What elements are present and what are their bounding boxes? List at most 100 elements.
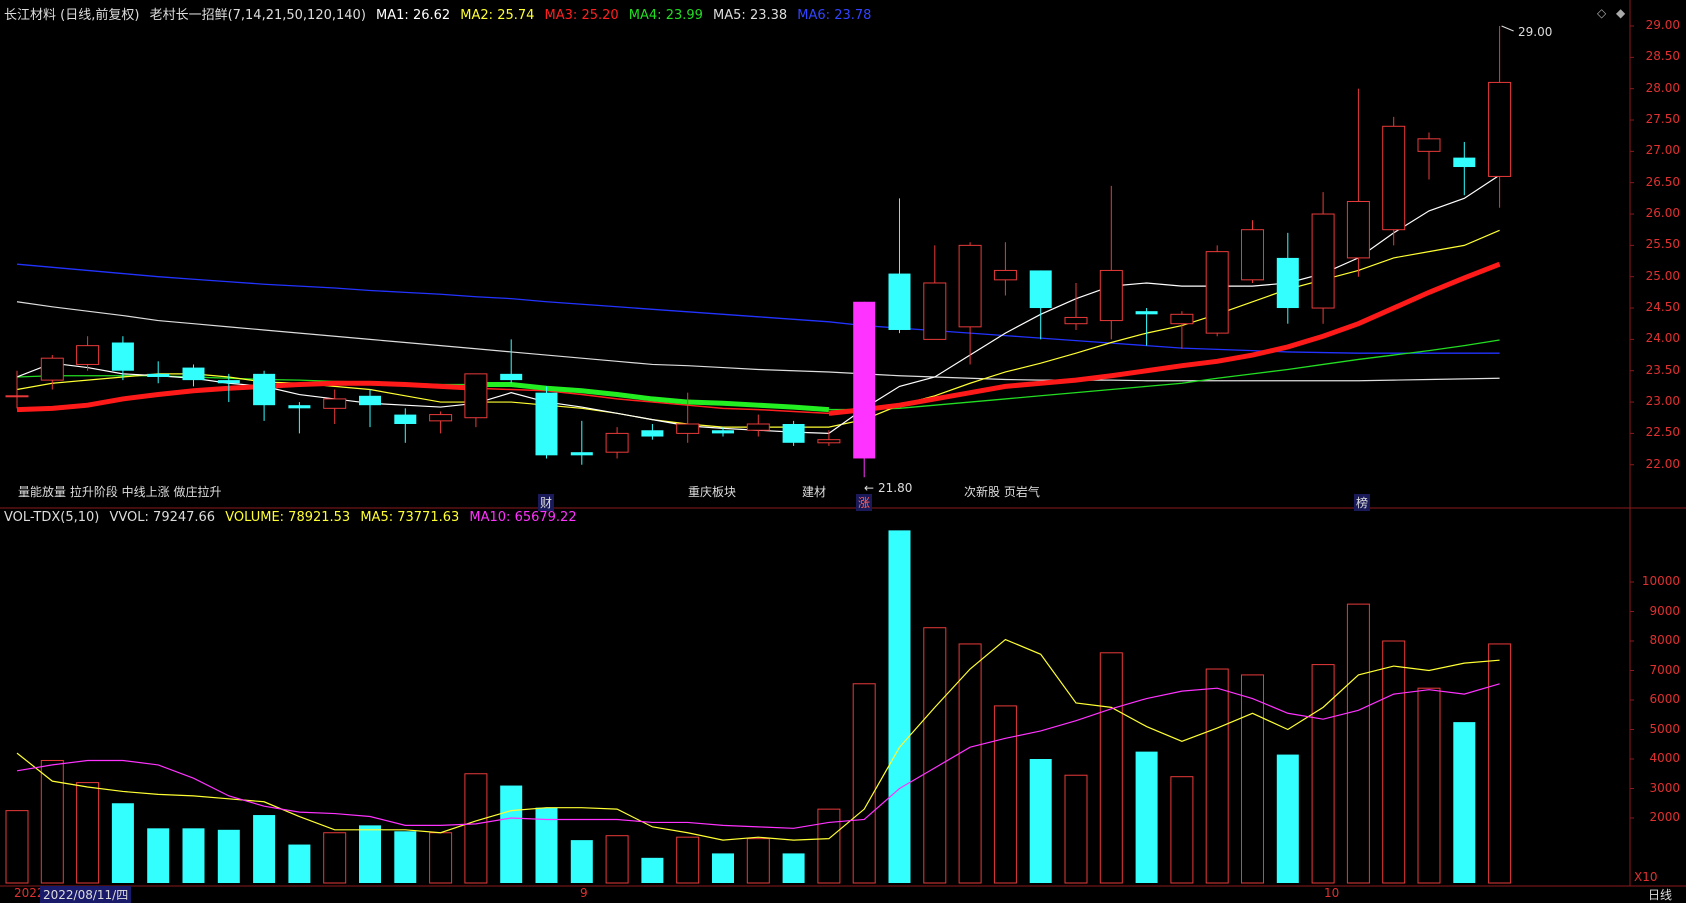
ma-line-ma5: [16, 301, 1500, 382]
candle-body: [253, 373, 276, 406]
candle-body: [817, 439, 841, 444]
candle-body: [1029, 270, 1052, 309]
candle-body: [746, 423, 770, 431]
volume-tick-label: 4000: [1649, 751, 1680, 765]
candle-body: [359, 395, 381, 406]
price-tick-label: 25.50: [1645, 237, 1680, 252]
list-marker[interactable]: 榜: [1354, 494, 1371, 511]
finance-marker[interactable]: 财: [538, 494, 555, 511]
candle-body: [1417, 138, 1441, 152]
price-tick-label: 23.00: [1645, 394, 1680, 409]
candle-body: [1453, 157, 1476, 168]
candle-body: [993, 269, 1017, 281]
volume-bar: [217, 829, 240, 883]
price-tick-label: 23.50: [1645, 362, 1680, 377]
volume-bar: [641, 857, 664, 883]
volume-bar: [817, 808, 841, 884]
volume-bar: [429, 832, 453, 884]
price-tick-label: 22.50: [1645, 425, 1680, 440]
price-tick-label: 26.00: [1645, 206, 1680, 221]
candle-body: [712, 430, 734, 434]
volume-bar: [147, 828, 170, 883]
volume-header: VOL-TDX(5,10) VVOL: 79247.66 VOLUME: 789…: [4, 510, 583, 525]
candle-body: [641, 430, 664, 437]
volume-value: VOLUME: 78921.53: [225, 510, 351, 525]
candle-body: [1099, 269, 1123, 322]
candle-body: [1346, 200, 1370, 259]
candle-body: [500, 373, 523, 381]
indicator-name[interactable]: 老村长一招鲜(7,14,21,50,120,140): [150, 8, 366, 23]
ma1-value: MA1: 26.62: [376, 8, 451, 23]
low-price-label: 21.80: [878, 481, 913, 495]
candle-body: [570, 452, 593, 456]
limit-up-marker[interactable]: 涨: [856, 494, 873, 511]
volume-tick-label: 5000: [1649, 721, 1680, 736]
volume-bar: [500, 785, 523, 883]
candle-body: [888, 273, 911, 330]
volume-bar: [1241, 674, 1264, 884]
candle-body: [1241, 229, 1264, 281]
vvol-value: VVOL: 79247.66: [109, 510, 216, 525]
unit-label: X10: [1634, 870, 1658, 884]
candle-body: [676, 423, 700, 434]
stock-title[interactable]: 长江材料 (日线,前复权): [4, 8, 139, 23]
volume-tick-label: 8000: [1649, 633, 1680, 647]
date-axis[interactable]: 2022 2022/08/11/四 9 10: [0, 886, 1686, 903]
volume-bar: [1135, 751, 1158, 883]
volume-bar: [1488, 643, 1512, 884]
ma5-value: MA5: 23.38: [713, 8, 788, 23]
month-9-label: 9: [580, 886, 588, 900]
selected-date: 2022/08/11/四: [40, 886, 132, 903]
volume-bar: [676, 836, 700, 884]
diamond-icon[interactable]: ◇: [1597, 6, 1606, 20]
volume-bar: [782, 853, 805, 883]
volume-tick-label: 9000: [1649, 603, 1680, 618]
cixingu-annotation: 次新股 页岩气: [964, 485, 1040, 499]
volume-bar: [570, 840, 593, 883]
candle-body: [1382, 125, 1406, 231]
candle-body: [5, 395, 29, 398]
high-price-pointer: [1501, 25, 1514, 32]
volume-bar: [1453, 722, 1476, 883]
volume-bar: [1205, 668, 1229, 884]
candle-body: [958, 244, 982, 328]
price-tick-label: 22.00: [1645, 456, 1680, 471]
candle-body: [1170, 313, 1194, 325]
candle-body: [535, 392, 558, 456]
jiancai-annotation: 建材: [802, 485, 827, 499]
candle-body: [147, 373, 170, 377]
volume-bar: [1346, 603, 1370, 884]
candle-body: [288, 405, 311, 409]
stock-chart[interactable]: [0, 0, 1686, 901]
volume-bar: [182, 828, 205, 883]
volume-bar: [605, 835, 629, 884]
ma4-value: MA4: 23.99: [628, 8, 703, 23]
strategy-annotation: 量能放量 拉升阶段 中线上涨 做庄拉升: [18, 485, 222, 499]
month-10-label: 10: [1324, 886, 1340, 900]
volume-bar: [1417, 687, 1441, 884]
candle-body: [1064, 316, 1088, 325]
candle-body: [464, 373, 488, 419]
volume-bar: [958, 643, 982, 884]
vol-indicator-name[interactable]: VOL-TDX(5,10): [4, 510, 99, 525]
chongqing-annotation: 重庆板块: [688, 485, 737, 499]
volume-bar: [288, 844, 311, 883]
menu-icon[interactable]: ◆: [1616, 6, 1625, 20]
ma2-value: MA2: 25.74: [460, 8, 535, 23]
volume-tick-label: 6000: [1649, 692, 1680, 706]
candle-body: [1311, 213, 1335, 309]
candle-body: [1135, 311, 1158, 315]
ma3-value: MA3: 25.20: [544, 8, 619, 23]
volume-bar: [852, 683, 876, 884]
price-tick-label: 29.00: [1645, 18, 1680, 32]
volume-bar: [993, 705, 1017, 884]
candle-body: [923, 282, 947, 340]
candle-body: [1276, 257, 1299, 309]
candle-body: [76, 345, 100, 365]
volume-bar: [76, 782, 100, 884]
vol-ma5-value: MA5: 73771.63: [360, 510, 460, 525]
candle-body: [1488, 81, 1512, 177]
volume-bar: [359, 825, 381, 883]
volume-bar: [111, 803, 134, 883]
candle-body: [782, 423, 805, 443]
